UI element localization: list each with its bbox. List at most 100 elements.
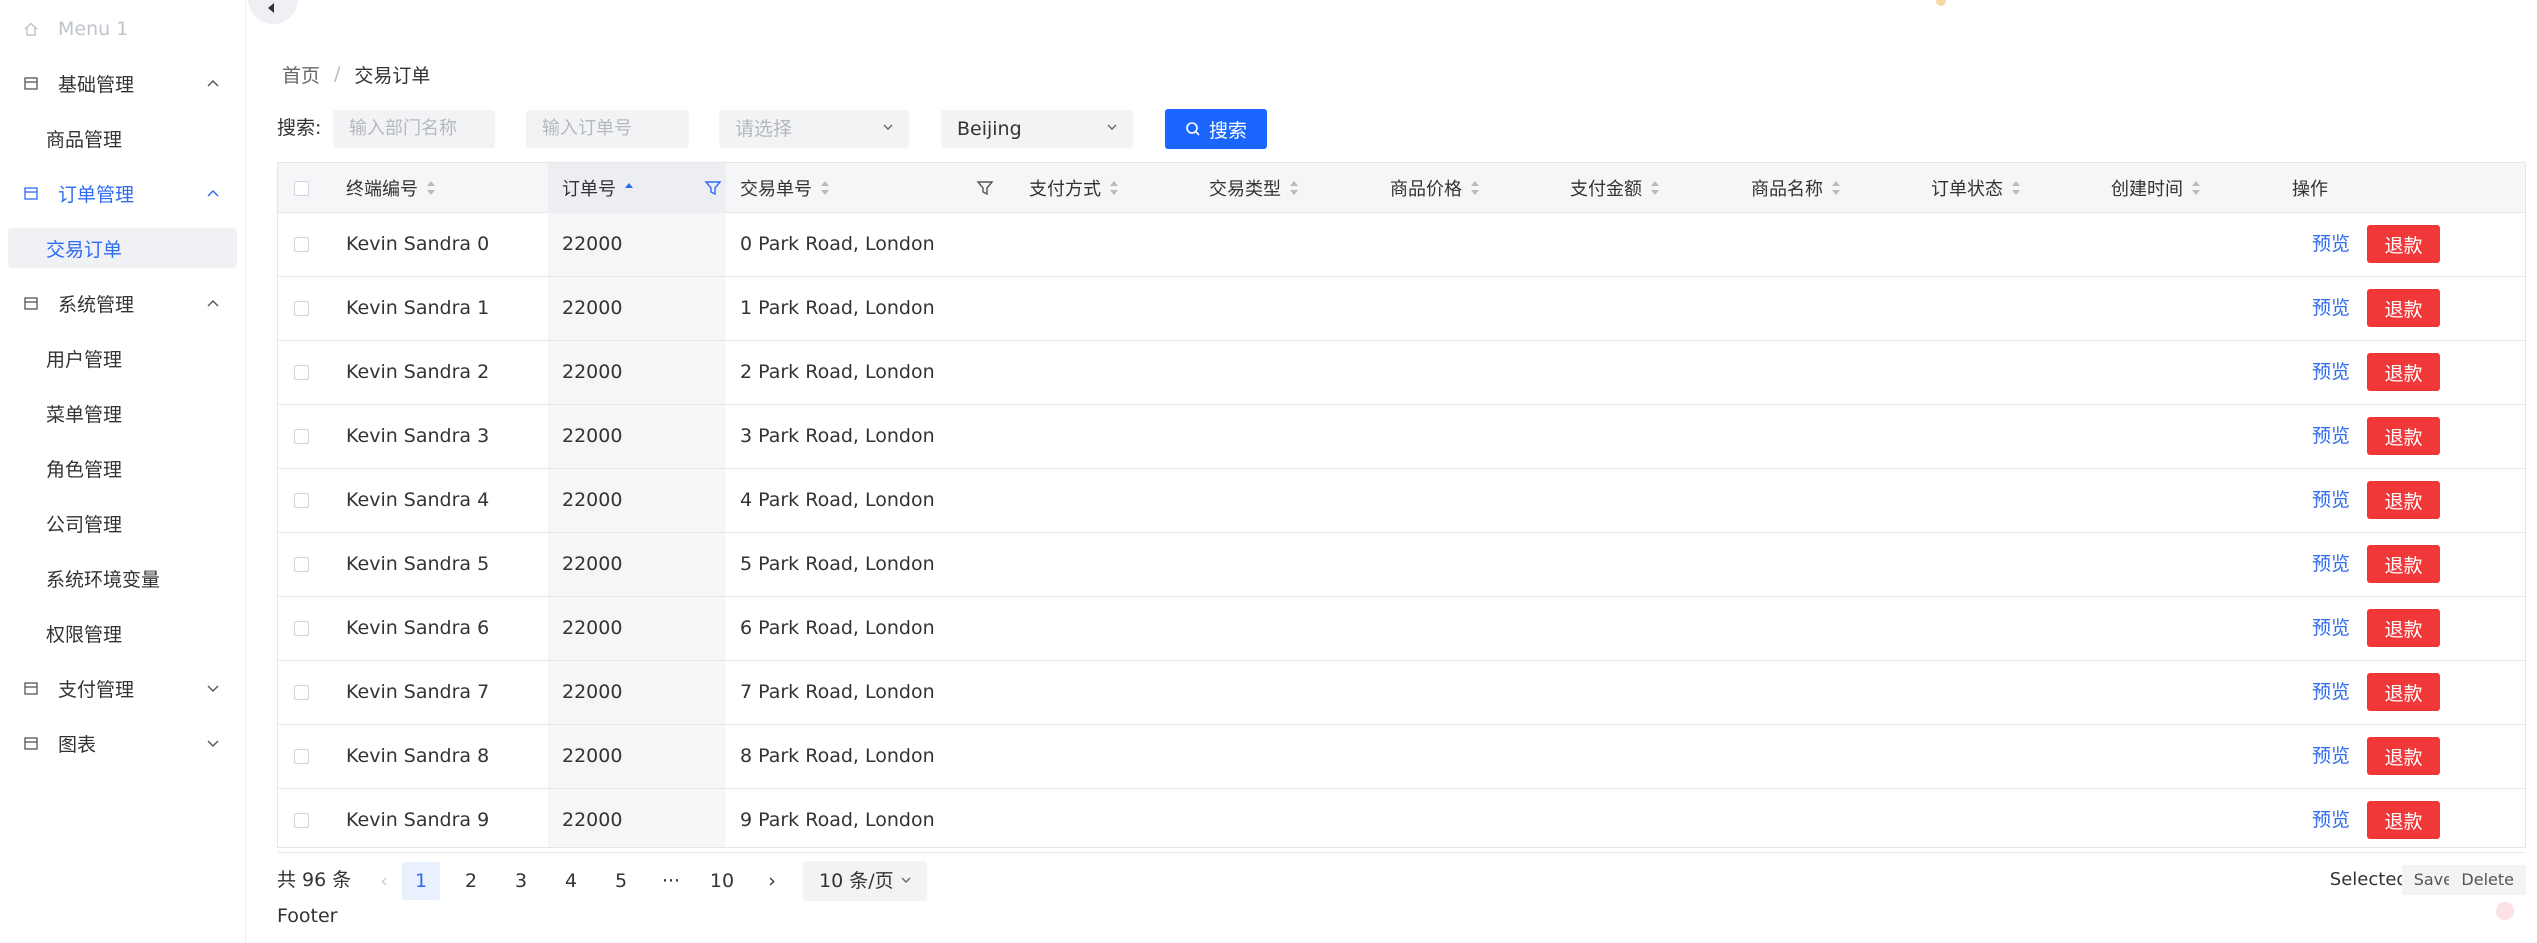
filter-icon[interactable] bbox=[976, 179, 994, 197]
search-button-label: 搜索 bbox=[1208, 119, 1247, 142]
row-checkbox[interactable] bbox=[294, 493, 309, 508]
search-button[interactable]: 搜索 bbox=[1165, 109, 1267, 149]
refund-button[interactable]: 退款 bbox=[2367, 609, 2440, 647]
sidebar-item-roles[interactable]: 角色管理 bbox=[0, 448, 246, 488]
sidebar-item-charts[interactable]: 图表 bbox=[0, 723, 246, 763]
sidebar-item-users[interactable]: 用户管理 bbox=[0, 338, 246, 378]
sidebar-item-products[interactable]: 商品管理 bbox=[0, 118, 246, 158]
chevron-right-icon[interactable]: › bbox=[753, 862, 791, 900]
sidebar-item-label: 基础管理 bbox=[58, 73, 135, 96]
col-header-order-no[interactable]: 订单号 bbox=[548, 163, 726, 213]
col-header-order-status[interactable]: 订单状态 bbox=[1931, 163, 2021, 213]
preview-link[interactable]: 预览 bbox=[2312, 789, 2350, 852]
search-icon bbox=[1186, 122, 1200, 136]
sidebar-item-label: 订单管理 bbox=[58, 183, 135, 206]
department-name-input[interactable] bbox=[333, 110, 495, 148]
delete-button[interactable]: Delete bbox=[2449, 865, 2526, 895]
cell-order-no: 22000 bbox=[562, 297, 623, 319]
refund-button[interactable]: 退款 bbox=[2367, 417, 2440, 455]
chevron-left-icon[interactable]: ‹ bbox=[365, 862, 403, 900]
page-3[interactable]: 3 bbox=[502, 862, 540, 900]
refund-button[interactable]: 退款 bbox=[2367, 545, 2440, 583]
row-checkbox[interactable] bbox=[294, 557, 309, 572]
col-header-created-at[interactable]: 创建时间 bbox=[2111, 163, 2201, 213]
refund-button[interactable]: 退款 bbox=[2367, 481, 2440, 519]
refund-button[interactable]: 退款 bbox=[2367, 353, 2440, 391]
preview-link[interactable]: 预览 bbox=[2312, 725, 2350, 788]
sidebar-item-env-vars[interactable]: 系统环境变量 bbox=[0, 558, 246, 598]
sidebar: Menu 1 基础管理 商品管理 订单管理 交易订单 系统管理 用户管理 菜单管… bbox=[0, 0, 246, 943]
sidebar-item-permissions[interactable]: 权限管理 bbox=[0, 613, 246, 653]
sidebar-item-companies[interactable]: 公司管理 bbox=[0, 503, 246, 543]
page-1[interactable]: 1 bbox=[402, 862, 440, 900]
row-checkbox[interactable] bbox=[294, 621, 309, 636]
row-checkbox[interactable] bbox=[294, 237, 309, 252]
cell-terminal: Kevin Sandra 7 bbox=[346, 681, 490, 703]
page-ellipsis[interactable]: ··· bbox=[652, 862, 690, 900]
city-select[interactable]: Beijing bbox=[941, 110, 1133, 148]
cell-trade-no: 5 Park Road, London bbox=[740, 553, 935, 575]
sidebar-item-trade-orders[interactable]: 交易订单 bbox=[8, 228, 237, 268]
sort-icon bbox=[2191, 180, 2201, 196]
row-checkbox[interactable] bbox=[294, 685, 309, 700]
cell-order-no: 22000 bbox=[562, 745, 623, 767]
sidebar-item-payments[interactable]: 支付管理 bbox=[0, 668, 246, 708]
filter-icon[interactable] bbox=[704, 179, 722, 197]
table-row: Kevin Sandra 3 22000 3 Park Road, London 预览… bbox=[278, 405, 2525, 469]
row-checkbox[interactable] bbox=[294, 365, 309, 380]
preview-link[interactable]: 预览 bbox=[2312, 277, 2350, 340]
table-row: Kevin Sandra 5 22000 5 Park Road, London 预览… bbox=[278, 533, 2525, 597]
refund-button[interactable]: 退款 bbox=[2367, 225, 2440, 263]
sidebar-item-menu1[interactable]: Menu 1 bbox=[0, 9, 246, 49]
refund-button[interactable]: 退款 bbox=[2367, 673, 2440, 711]
cell-trade-no: 3 Park Road, London bbox=[740, 425, 935, 447]
page-5[interactable]: 5 bbox=[602, 862, 640, 900]
sidebar-item-label: 交易订单 bbox=[46, 238, 123, 261]
refund-button[interactable]: 退款 bbox=[2367, 737, 2440, 775]
row-checkbox[interactable] bbox=[294, 429, 309, 444]
sidebar-item-label: 公司管理 bbox=[46, 513, 123, 536]
col-header-terminal[interactable]: 终端编号 bbox=[346, 163, 436, 213]
col-header-price[interactable]: 商品价格 bbox=[1390, 163, 1480, 213]
cell-order-no: 22000 bbox=[562, 553, 623, 575]
sidebar-collapse-button[interactable] bbox=[248, 0, 298, 24]
refund-button[interactable]: 退款 bbox=[2367, 801, 2440, 839]
preview-link[interactable]: 预览 bbox=[2312, 597, 2350, 660]
preview-link[interactable]: 预览 bbox=[2312, 405, 2350, 468]
preview-link[interactable]: 预览 bbox=[2312, 533, 2350, 596]
col-header-pay-amount[interactable]: 支付金额 bbox=[1570, 163, 1660, 213]
breadcrumb-home-link[interactable]: 首页 bbox=[282, 61, 320, 88]
preview-link[interactable]: 预览 bbox=[2312, 661, 2350, 724]
page-4[interactable]: 4 bbox=[552, 862, 590, 900]
page-size-select[interactable]: 10 条/页 bbox=[803, 861, 927, 901]
order-number-input[interactable] bbox=[526, 110, 689, 148]
col-header-product-name[interactable]: 商品名称 bbox=[1751, 163, 1841, 213]
preview-link[interactable]: 预览 bbox=[2312, 341, 2350, 404]
sidebar-item-label: 角色管理 bbox=[46, 458, 123, 481]
sort-icon bbox=[1289, 180, 1299, 196]
chevron-down-icon bbox=[901, 877, 911, 883]
sidebar-item-basic[interactable]: 基础管理 bbox=[0, 63, 246, 103]
type-select[interactable]: 请选择 bbox=[719, 110, 909, 148]
sidebar-item-orders[interactable]: 订单管理 bbox=[0, 173, 246, 213]
col-header-pay-method[interactable]: 支付方式 bbox=[1029, 163, 1119, 213]
sidebar-item-menus[interactable]: 菜单管理 bbox=[0, 393, 246, 433]
col-header-trade-no[interactable]: 交易单号 bbox=[726, 163, 998, 213]
cell-trade-no: 9 Park Road, London bbox=[740, 809, 935, 831]
table-row: Kevin Sandra 8 22000 8 Park Road, London 预览… bbox=[278, 725, 2525, 789]
cell-terminal: Kevin Sandra 0 bbox=[346, 233, 490, 255]
cell-trade-no: 0 Park Road, London bbox=[740, 233, 935, 255]
row-checkbox[interactable] bbox=[294, 749, 309, 764]
cell-order-no: 22000 bbox=[562, 617, 623, 639]
page-10[interactable]: 10 bbox=[703, 862, 741, 900]
select-all-checkbox[interactable] bbox=[294, 163, 309, 213]
col-header-actions: 操作 bbox=[2292, 179, 2328, 200]
preview-link[interactable]: 预览 bbox=[2312, 213, 2350, 276]
sidebar-item-system[interactable]: 系统管理 bbox=[0, 283, 246, 323]
row-checkbox[interactable] bbox=[294, 301, 309, 316]
page-2[interactable]: 2 bbox=[452, 862, 490, 900]
col-header-trade-type[interactable]: 交易类型 bbox=[1209, 163, 1299, 213]
refund-button[interactable]: 退款 bbox=[2367, 289, 2440, 327]
row-checkbox[interactable] bbox=[294, 813, 309, 828]
preview-link[interactable]: 预览 bbox=[2312, 469, 2350, 532]
